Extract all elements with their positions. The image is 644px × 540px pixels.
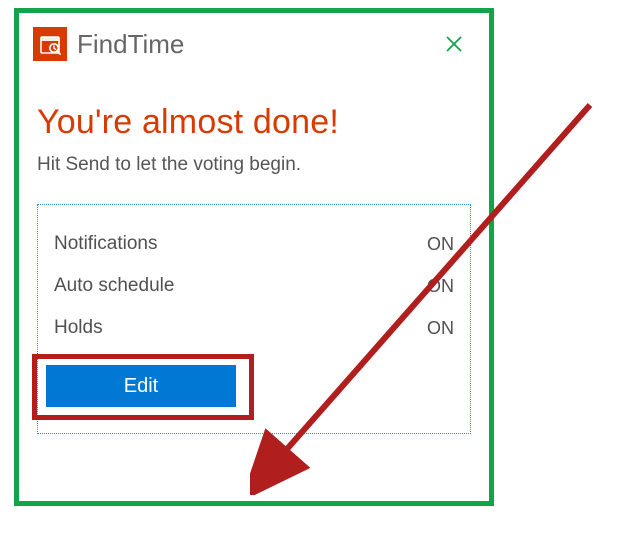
page-heading: You're almost done! [37,103,471,142]
setting-label: Auto schedule [54,275,174,297]
annotation-green-outline: FindTime You're almost done! Hit Send to… [14,8,494,506]
pane-header: FindTime [23,17,485,67]
setting-row-notifications: Notifications ON [50,223,458,265]
setting-label: Notifications [54,233,158,255]
pane-body: You're almost done! Hit Send to let the … [23,67,485,444]
page-subheading: Hit Send to let the voting begin. [37,154,471,176]
edit-button-wrap: Edit [50,367,458,411]
setting-value: ON [427,234,454,255]
edit-button[interactable]: Edit [46,365,236,407]
findtime-logo-icon [33,27,67,61]
setting-row-holds: Holds ON [50,307,458,349]
setting-value: ON [427,318,454,339]
settings-summary-box: Notifications ON Auto schedule ON Holds … [37,204,471,434]
findtime-pane: FindTime You're almost done! Hit Send to… [23,17,485,497]
app-title: FindTime [77,29,439,60]
setting-label: Holds [54,317,103,339]
setting-row-auto-schedule: Auto schedule ON [50,265,458,307]
close-button[interactable] [439,29,469,59]
setting-value: ON [427,276,454,297]
close-icon [444,34,464,54]
